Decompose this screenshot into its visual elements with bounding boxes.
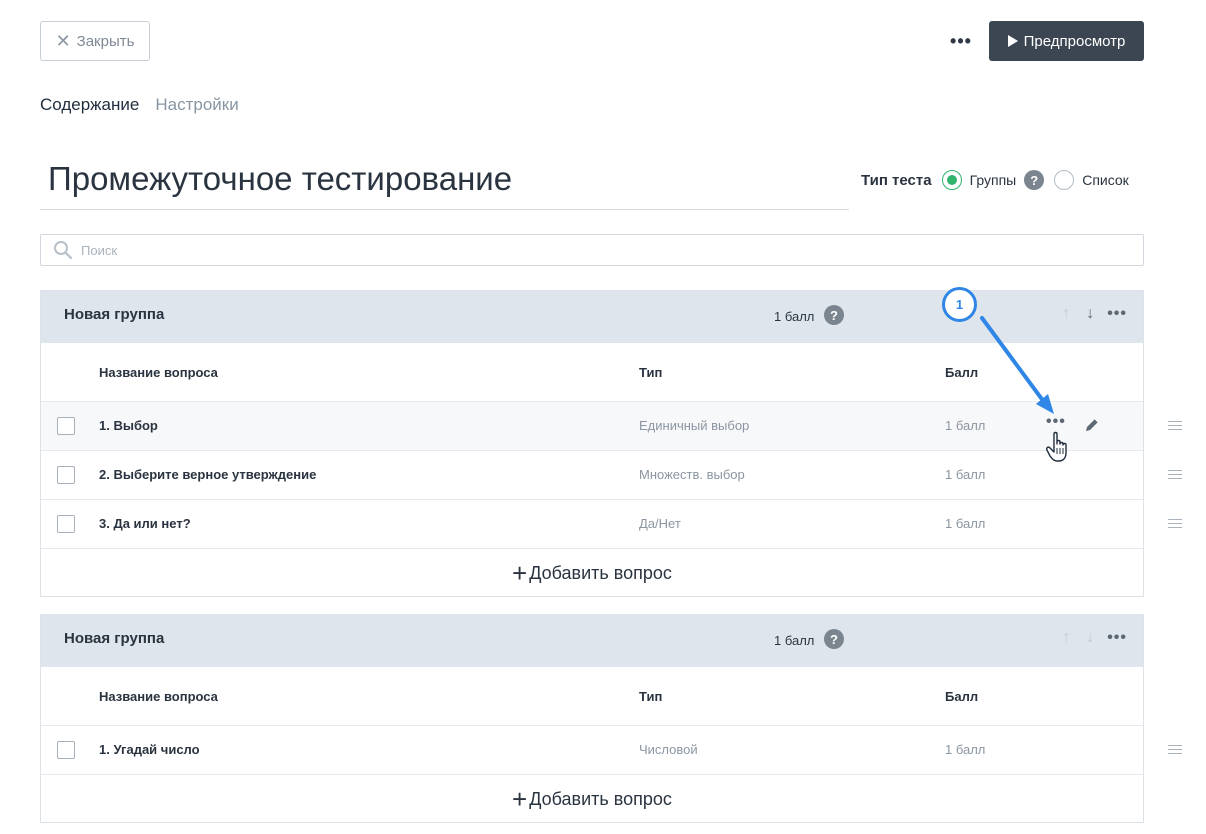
close-label: Закрыть (76, 32, 135, 50)
row-checkbox[interactable] (57, 741, 75, 759)
move-down-icon[interactable]: ↓ (1083, 305, 1097, 323)
move-up-icon[interactable]: ↑ (1059, 629, 1073, 647)
tabs: Содержание Настройки (40, 95, 239, 115)
question-name[interactable]: 3. Да или нет? (99, 516, 191, 531)
column-type: Тип (639, 689, 663, 704)
add-question-button[interactable]: + Добавить вопрос (41, 775, 1143, 823)
group-header: Новая группа 1 балл ? ↑ ↓ ••• (41, 615, 1143, 667)
radio-groups-label: Группы (969, 172, 1017, 188)
close-button[interactable]: ✕ Закрыть (40, 21, 150, 61)
hand-cursor-icon (1046, 430, 1074, 469)
group-controls: ↑ ↓ ••• (1059, 305, 1127, 323)
plus-icon: + (512, 558, 528, 588)
search-input[interactable] (81, 242, 1081, 258)
group-title[interactable]: Новая группа (64, 306, 164, 323)
help-icon[interactable]: ? (824, 629, 844, 649)
group-points: 1 балл (774, 633, 815, 648)
column-points: Балл (945, 365, 979, 380)
radio-list-label: Список (1082, 172, 1129, 188)
column-header-row: Название вопроса Тип Балл (41, 343, 1143, 402)
column-header-row: Название вопроса Тип Балл (41, 667, 1143, 726)
table-row[interactable]: 3. Да или нет? Да/Нет 1 балл (41, 500, 1143, 549)
test-title-field[interactable]: Промежуточное тестирование (40, 150, 849, 210)
add-question-button[interactable]: + Добавить вопрос (41, 549, 1143, 597)
question-group: Новая группа 1 балл ? ↑ ↓ ••• Название в… (40, 614, 1144, 823)
group-points: 1 балл (774, 309, 815, 324)
add-question-label: Добавить вопрос (529, 562, 672, 583)
drag-handle-icon[interactable] (1168, 519, 1182, 531)
column-name: Название вопроса (99, 689, 218, 704)
drag-handle-icon[interactable] (1168, 745, 1182, 757)
tab-content[interactable]: Содержание (40, 95, 139, 115)
row-checkbox[interactable] (57, 417, 75, 435)
preview-button[interactable]: Предпросмотр (989, 21, 1144, 61)
test-type-label: Тип теста (861, 171, 932, 189)
question-name[interactable]: 1. Выбор (99, 418, 158, 433)
question-name[interactable]: 2. Выберите верное утверждение (99, 467, 316, 482)
group-more-icon[interactable]: ••• (1107, 305, 1127, 323)
preview-label: Предпросмотр (1023, 32, 1126, 50)
test-type-selector: Тип теста Группы ? Список (861, 168, 1137, 192)
question-points: 1 балл (945, 742, 986, 757)
help-icon[interactable]: ? (1024, 170, 1045, 190)
drag-handle-icon[interactable] (1168, 421, 1182, 433)
tab-settings[interactable]: Настройки (155, 95, 238, 115)
close-icon: ✕ (55, 31, 71, 51)
plus-icon: + (512, 784, 528, 814)
pencil-icon[interactable] (1083, 416, 1101, 437)
row-more-icon[interactable]: ••• (1046, 413, 1066, 431)
question-type: Множеств. выбор (639, 467, 745, 482)
radio-dot (946, 175, 957, 185)
table-row[interactable]: 2. Выберите верное утверждение Множеств.… (41, 451, 1143, 500)
row-checkbox[interactable] (57, 466, 75, 484)
table-row[interactable]: 1. Выбор Единичный выбор 1 балл ••• (41, 402, 1143, 451)
question-type: Единичный выбор (639, 418, 750, 433)
help-icon[interactable]: ? (824, 305, 844, 325)
play-icon (1007, 35, 1018, 47)
group-controls: ↑ ↓ ••• (1059, 629, 1127, 647)
question-type: Да/Нет (639, 516, 681, 531)
column-points: Балл (945, 689, 979, 704)
question-group: Новая группа 1 балл ? ↑ ↓ ••• Название в… (40, 290, 1144, 597)
question-points: 1 балл (945, 516, 986, 531)
more-options-icon[interactable]: ••• (946, 30, 976, 52)
radio-list[interactable] (1054, 170, 1075, 190)
radio-groups[interactable] (941, 170, 962, 190)
column-type: Тип (639, 365, 663, 380)
group-more-icon[interactable]: ••• (1107, 629, 1127, 647)
question-points: 1 балл (945, 467, 986, 482)
search-bar (40, 234, 1144, 266)
move-down-icon[interactable]: ↓ (1083, 629, 1097, 647)
column-name: Название вопроса (99, 365, 218, 380)
add-question-label: Добавить вопрос (529, 788, 672, 809)
group-title[interactable]: Новая группа (64, 630, 164, 647)
question-type: Числовой (639, 742, 698, 757)
search-icon (53, 240, 73, 260)
test-title: Промежуточное тестирование (48, 160, 513, 197)
table-row[interactable]: 1. Угадай число Числовой 1 балл (41, 726, 1143, 775)
question-name[interactable]: 1. Угадай число (99, 742, 200, 757)
row-checkbox[interactable] (57, 515, 75, 533)
group-header: Новая группа 1 балл ? ↑ ↓ ••• (41, 291, 1143, 343)
drag-handle-icon[interactable] (1168, 470, 1182, 482)
move-up-icon[interactable]: ↑ (1059, 305, 1073, 323)
question-points: 1 балл (945, 418, 986, 433)
annotation-badge: 1 (942, 287, 977, 322)
